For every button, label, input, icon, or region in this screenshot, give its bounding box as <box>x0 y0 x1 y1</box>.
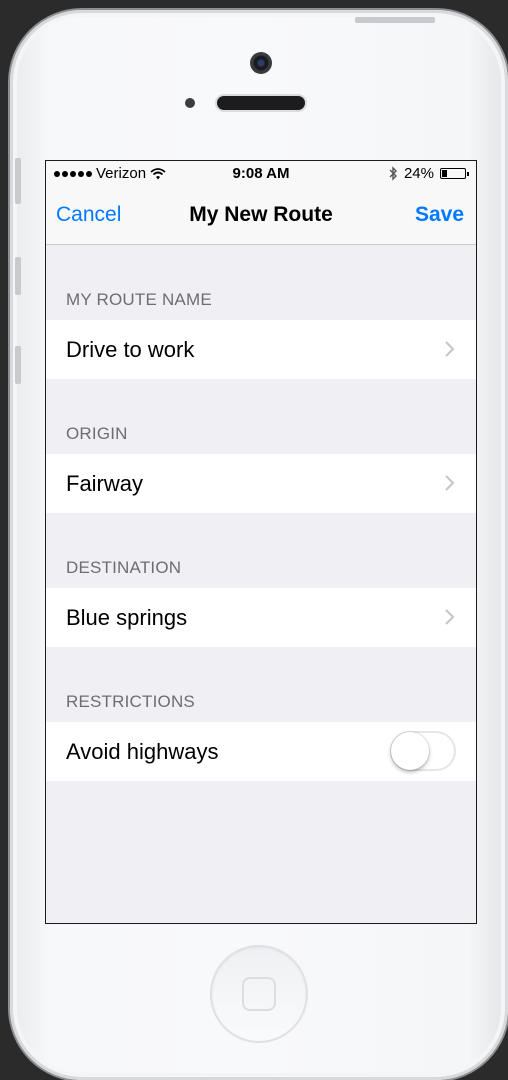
status-right: 24% <box>388 165 469 182</box>
route-name-value: Drive to work <box>66 336 195 362</box>
volume-down-button <box>15 346 21 384</box>
avoid-highways-toggle[interactable] <box>390 731 456 771</box>
volume-up-button <box>15 257 21 295</box>
section-header-restrictions: RESTRICTIONS <box>46 647 476 722</box>
origin-cell[interactable]: Fairway <box>46 454 476 513</box>
section-header-destination: DESTINATION <box>46 513 476 588</box>
section-header-label: ORIGIN <box>66 424 128 443</box>
save-button[interactable]: Save <box>415 203 464 227</box>
section-header-origin: ORIGIN <box>46 379 476 454</box>
avoid-highways-label: Avoid highways <box>66 738 219 764</box>
route-name-cell[interactable]: Drive to work <box>46 320 476 379</box>
navigation-bar: Cancel My New Route Save <box>46 187 476 245</box>
origin-value: Fairway <box>66 470 144 496</box>
section-header-label: RESTRICTIONS <box>66 692 195 711</box>
destination-value: Blue springs <box>66 604 188 630</box>
front-camera <box>250 52 272 74</box>
chevron-right-icon <box>445 341 455 357</box>
chevron-right-icon <box>445 475 455 491</box>
home-square-icon <box>242 977 276 1011</box>
battery-icon <box>440 168 469 179</box>
mute-switch <box>15 158 21 204</box>
bluetooth-icon <box>389 166 397 181</box>
section-header-label: DESTINATION <box>66 558 182 577</box>
toggle-knob <box>391 732 429 770</box>
section-header-route-name: MY ROUTE NAME <box>46 245 476 320</box>
app-screen: Verizon 9:08 AM 24% Cancel My New Route … <box>45 160 477 924</box>
earpiece-speaker <box>217 96 305 110</box>
avoid-highways-cell: Avoid highways <box>46 722 476 781</box>
proximity-sensor <box>185 98 195 108</box>
chevron-right-icon <box>445 609 455 625</box>
power-button <box>355 17 435 23</box>
cancel-button[interactable]: Cancel <box>56 203 121 227</box>
battery-percent: 24% <box>403 165 434 182</box>
section-header-label: MY ROUTE NAME <box>66 290 212 309</box>
status-bar: Verizon 9:08 AM 24% <box>46 161 476 187</box>
destination-cell[interactable]: Blue springs <box>46 588 476 647</box>
home-button[interactable] <box>210 945 308 1043</box>
